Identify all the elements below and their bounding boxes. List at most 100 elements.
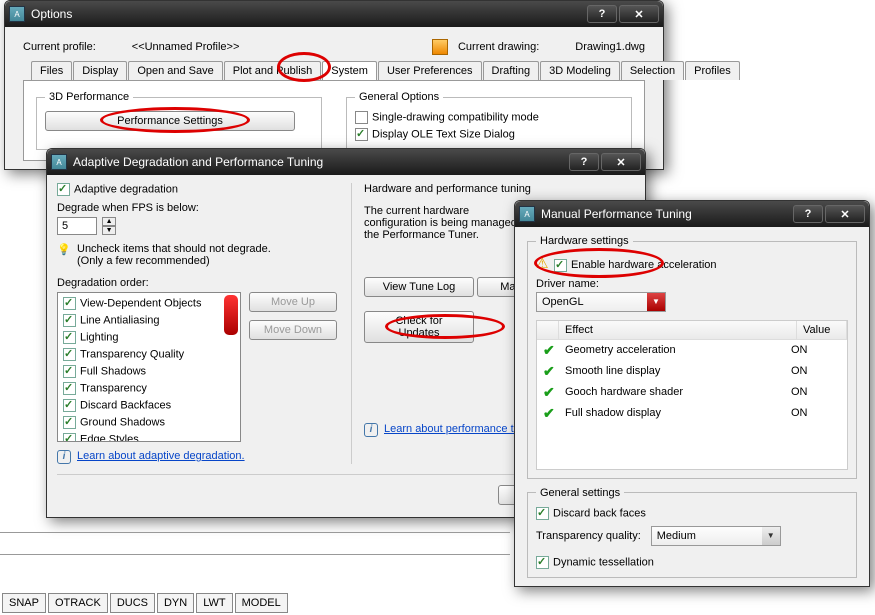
tab-open-save[interactable]: Open and Save [128, 61, 222, 80]
tab-3d-modeling[interactable]: 3D Modeling [540, 61, 620, 80]
enable-hw-checkbox[interactable] [554, 259, 567, 272]
list-checkbox[interactable] [63, 382, 76, 395]
status-otrack[interactable]: OTRACK [48, 593, 108, 613]
help-button[interactable]: ? [587, 5, 617, 23]
effect-value: ON [791, 365, 841, 377]
group-general-options: General Options Single-drawing compatibi… [346, 91, 632, 150]
tab-files[interactable]: Files [31, 61, 72, 80]
hw-tuning-heading: Hardware and performance tuning [364, 183, 635, 195]
effect-name: Full shadow display [565, 407, 791, 419]
degradation-order-label: Degradation order: [57, 277, 337, 289]
status-bar: SNAP OTRACK DUCS DYN LWT MODEL [0, 593, 288, 613]
options-tabs: Files Display Open and Save Plot and Pub… [31, 61, 653, 80]
status-snap[interactable]: SNAP [2, 593, 46, 613]
close-button[interactable]: ✕ [825, 205, 865, 223]
fps-down-button[interactable]: ▼ [102, 226, 116, 235]
effect-row[interactable]: ✔Geometry accelerationON [537, 340, 847, 361]
list-checkbox[interactable] [63, 297, 76, 310]
info-icon: i [57, 450, 71, 464]
col-value: Value [797, 321, 847, 339]
fps-label: Degrade when FPS is below: [57, 202, 337, 214]
warning-icon [536, 255, 552, 269]
degradation-listbox[interactable]: View-Dependent Objects Line Antialiasing… [57, 292, 241, 442]
hw-desc: The current hardware configuration is be… [364, 205, 534, 241]
list-checkbox[interactable] [63, 416, 76, 429]
help-button[interactable]: ? [793, 205, 823, 223]
list-checkbox[interactable] [63, 399, 76, 412]
adaptive-degradation-checkbox[interactable] [57, 183, 70, 196]
driver-select[interactable]: OpenGL ▼ [536, 292, 666, 312]
dynamic-tess-checkbox[interactable] [536, 556, 549, 569]
move-down-button[interactable]: Move Down [249, 320, 337, 340]
tab-drafting[interactable]: Drafting [483, 61, 540, 80]
status-model[interactable]: MODEL [235, 593, 288, 613]
effects-table[interactable]: Effect Value ✔Geometry accelerationON ✔S… [536, 320, 848, 470]
performance-settings-button[interactable]: Performance Settings [45, 111, 295, 131]
current-drawing-value: Drawing1.dwg [575, 41, 645, 53]
tab-system[interactable]: System [322, 61, 377, 80]
discard-backfaces-checkbox[interactable] [536, 507, 549, 520]
uncheck-hint-1: Uncheck items that should not degrade. [77, 243, 271, 255]
transparency-quality-label: Transparency quality: [536, 530, 641, 542]
ole-text-checkbox[interactable] [355, 128, 368, 141]
check-icon: ✔ [543, 384, 565, 401]
general-settings-legend: General settings [536, 487, 624, 499]
list-item-label: Ground Shadows [80, 417, 165, 429]
move-up-button[interactable]: Move Up [249, 292, 337, 312]
list-checkbox[interactable] [63, 331, 76, 344]
tab-profiles[interactable]: Profiles [685, 61, 740, 80]
view-tune-log-button[interactable]: View Tune Log [364, 277, 474, 297]
fps-input[interactable]: 5 [57, 217, 97, 235]
discard-backfaces-label: Discard back faces [553, 507, 646, 519]
single-drawing-checkbox[interactable] [355, 111, 368, 124]
bulb-icon [57, 243, 73, 263]
app-icon: A [519, 206, 535, 222]
transparency-value: Medium [652, 530, 762, 542]
status-lwt[interactable]: LWT [196, 593, 232, 613]
learn-adaptive-link[interactable]: Learn about adaptive degradation. [77, 450, 245, 462]
drawing-icon [432, 39, 448, 55]
group-3d-legend: 3D Performance [45, 91, 133, 103]
effect-value: ON [791, 386, 841, 398]
tab-selection[interactable]: Selection [621, 61, 684, 80]
ole-text-label: Display OLE Text Size Dialog [372, 128, 515, 140]
current-profile-label: Current profile: [23, 41, 96, 53]
tab-plot-publish[interactable]: Plot and Publish [224, 61, 322, 80]
list-checkbox[interactable] [63, 314, 76, 327]
manual-titlebar[interactable]: A Manual Performance Tuning ? ✕ [515, 201, 869, 227]
list-item-label: Discard Backfaces [80, 400, 171, 412]
listbox-scrollbar[interactable] [224, 295, 238, 335]
options-window: A Options ? ✕ Current profile: <<Unnamed… [4, 0, 664, 170]
adaptive-titlebar[interactable]: A Adaptive Degradation and Performance T… [47, 149, 645, 175]
tab-user-preferences[interactable]: User Preferences [378, 61, 482, 80]
enable-hw-label: Enable hardware acceleration [571, 259, 717, 271]
transparency-select[interactable]: Medium ▼ [651, 526, 781, 546]
group-general-settings: General settings Discard back faces Tran… [527, 487, 857, 578]
background-lines [0, 532, 510, 582]
tab-display[interactable]: Display [73, 61, 127, 80]
check-icon: ✔ [543, 363, 565, 380]
list-item-label: Transparency Quality [80, 349, 184, 361]
close-button[interactable]: ✕ [619, 5, 659, 23]
close-button[interactable]: ✕ [601, 153, 641, 171]
check-updates-button[interactable]: Check for Updates [364, 311, 474, 343]
fps-up-button[interactable]: ▲ [102, 217, 116, 226]
list-item-label: Lighting [80, 332, 119, 344]
effect-row[interactable]: ✔Gooch hardware shaderON [537, 382, 847, 403]
effect-row[interactable]: ✔Smooth line displayON [537, 361, 847, 382]
effect-name: Geometry acceleration [565, 344, 791, 356]
help-button[interactable]: ? [569, 153, 599, 171]
list-checkbox[interactable] [63, 365, 76, 378]
group-3d-performance: 3D Performance Performance Settings [36, 91, 322, 150]
driver-name-label: Driver name: [536, 278, 848, 290]
effect-row[interactable]: ✔Full shadow displayON [537, 403, 847, 424]
status-dyn[interactable]: DYN [157, 593, 194, 613]
current-profile-value: <<Unnamed Profile>> [132, 41, 240, 53]
current-drawing-label: Current drawing: [458, 41, 539, 53]
status-ducs[interactable]: DUCS [110, 593, 155, 613]
list-checkbox[interactable] [63, 348, 76, 361]
list-checkbox[interactable] [63, 433, 76, 442]
options-titlebar[interactable]: A Options ? ✕ [5, 1, 663, 27]
info-icon: i [364, 423, 378, 437]
effect-value: ON [791, 407, 841, 419]
